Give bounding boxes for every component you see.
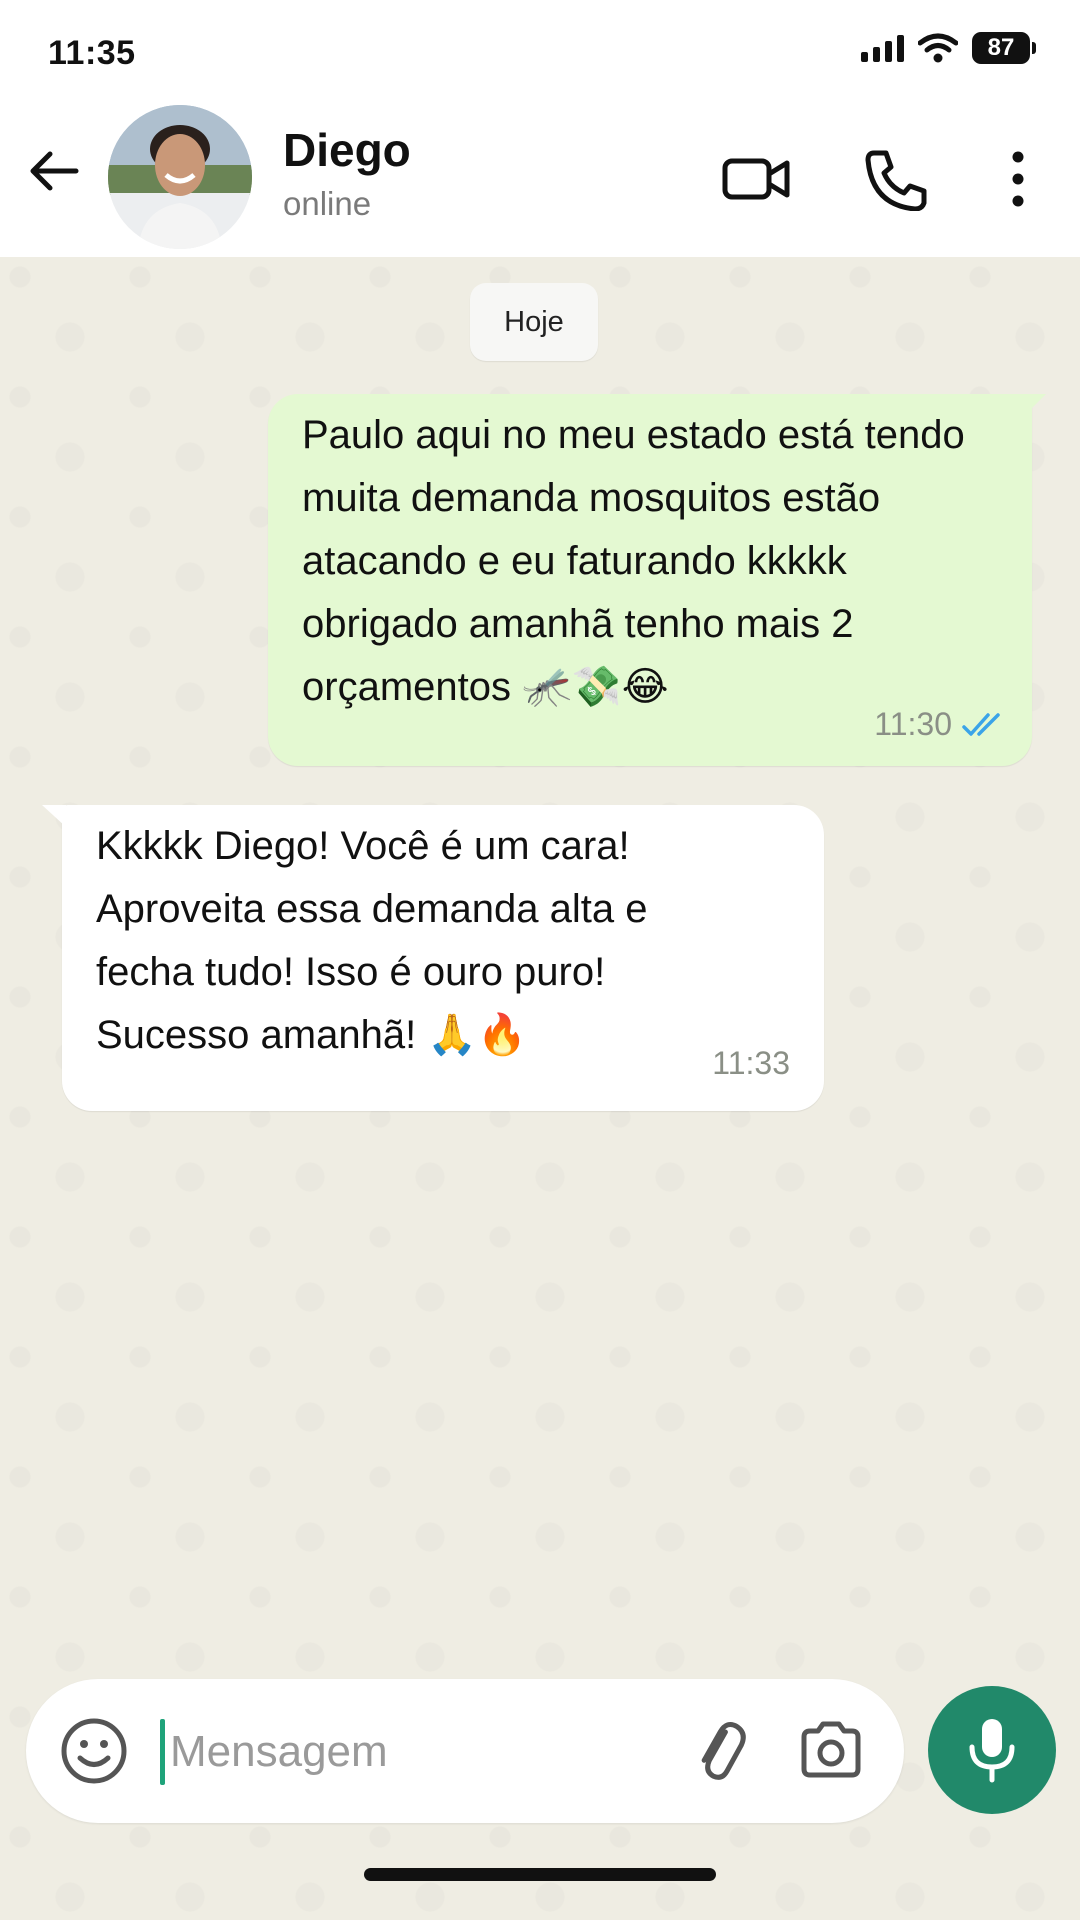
attach-icon[interactable] <box>688 1715 752 1787</box>
incoming-message[interactable]: Kkkkk Diego! Você é um cara! Aproveita e… <box>42 805 824 1111</box>
microphone-icon <box>969 1719 1015 1783</box>
emoji-icon[interactable] <box>58 1715 130 1787</box>
message-composer <box>26 1679 904 1823</box>
message-meta: 11:30 <box>874 693 1008 756</box>
status-time: 11:35 <box>48 34 136 72</box>
bubble-tail <box>1026 394 1046 414</box>
battery-icon: 87 <box>972 32 1036 64</box>
contact-avatar[interactable] <box>108 105 252 249</box>
text-caret <box>160 1719 165 1785</box>
wifi-icon <box>918 33 958 63</box>
double-check-icon <box>962 712 1000 736</box>
contact-name[interactable]: Diego <box>283 123 411 177</box>
back-arrow-icon[interactable] <box>24 141 84 201</box>
phone-icon[interactable] <box>860 147 932 211</box>
signal-icon <box>861 34 904 62</box>
camera-icon[interactable] <box>798 1717 864 1783</box>
avatar-image <box>108 105 252 249</box>
status-indicators: 87 <box>861 32 1036 64</box>
message-time: 11:30 <box>874 706 952 742</box>
message-input[interactable] <box>168 1709 672 1795</box>
message-time: 11:33 <box>712 1045 790 1081</box>
video-call-icon[interactable] <box>720 147 792 211</box>
battery-level: 87 <box>987 34 1015 61</box>
chat-area[interactable]: Hoje Paulo aqui no meu estado está tendo… <box>0 257 1080 1920</box>
date-chip: Hoje <box>470 283 598 361</box>
home-indicator[interactable] <box>364 1868 716 1881</box>
outgoing-message[interactable]: Paulo aqui no meu estado está tendo muit… <box>268 394 1046 766</box>
status-bar: 11:35 87 <box>0 0 1080 105</box>
chat-header: Diego online <box>0 105 1080 257</box>
microphone-button[interactable] <box>928 1686 1056 1814</box>
contact-status: online <box>283 185 372 222</box>
message-text: Kkkkk Diego! Você é um cara! Aproveita e… <box>96 824 648 1057</box>
more-vertical-icon[interactable] <box>998 147 1038 211</box>
message-text: Paulo aqui no meu estado está tendo muit… <box>302 413 965 709</box>
bubble-tail <box>42 805 66 827</box>
